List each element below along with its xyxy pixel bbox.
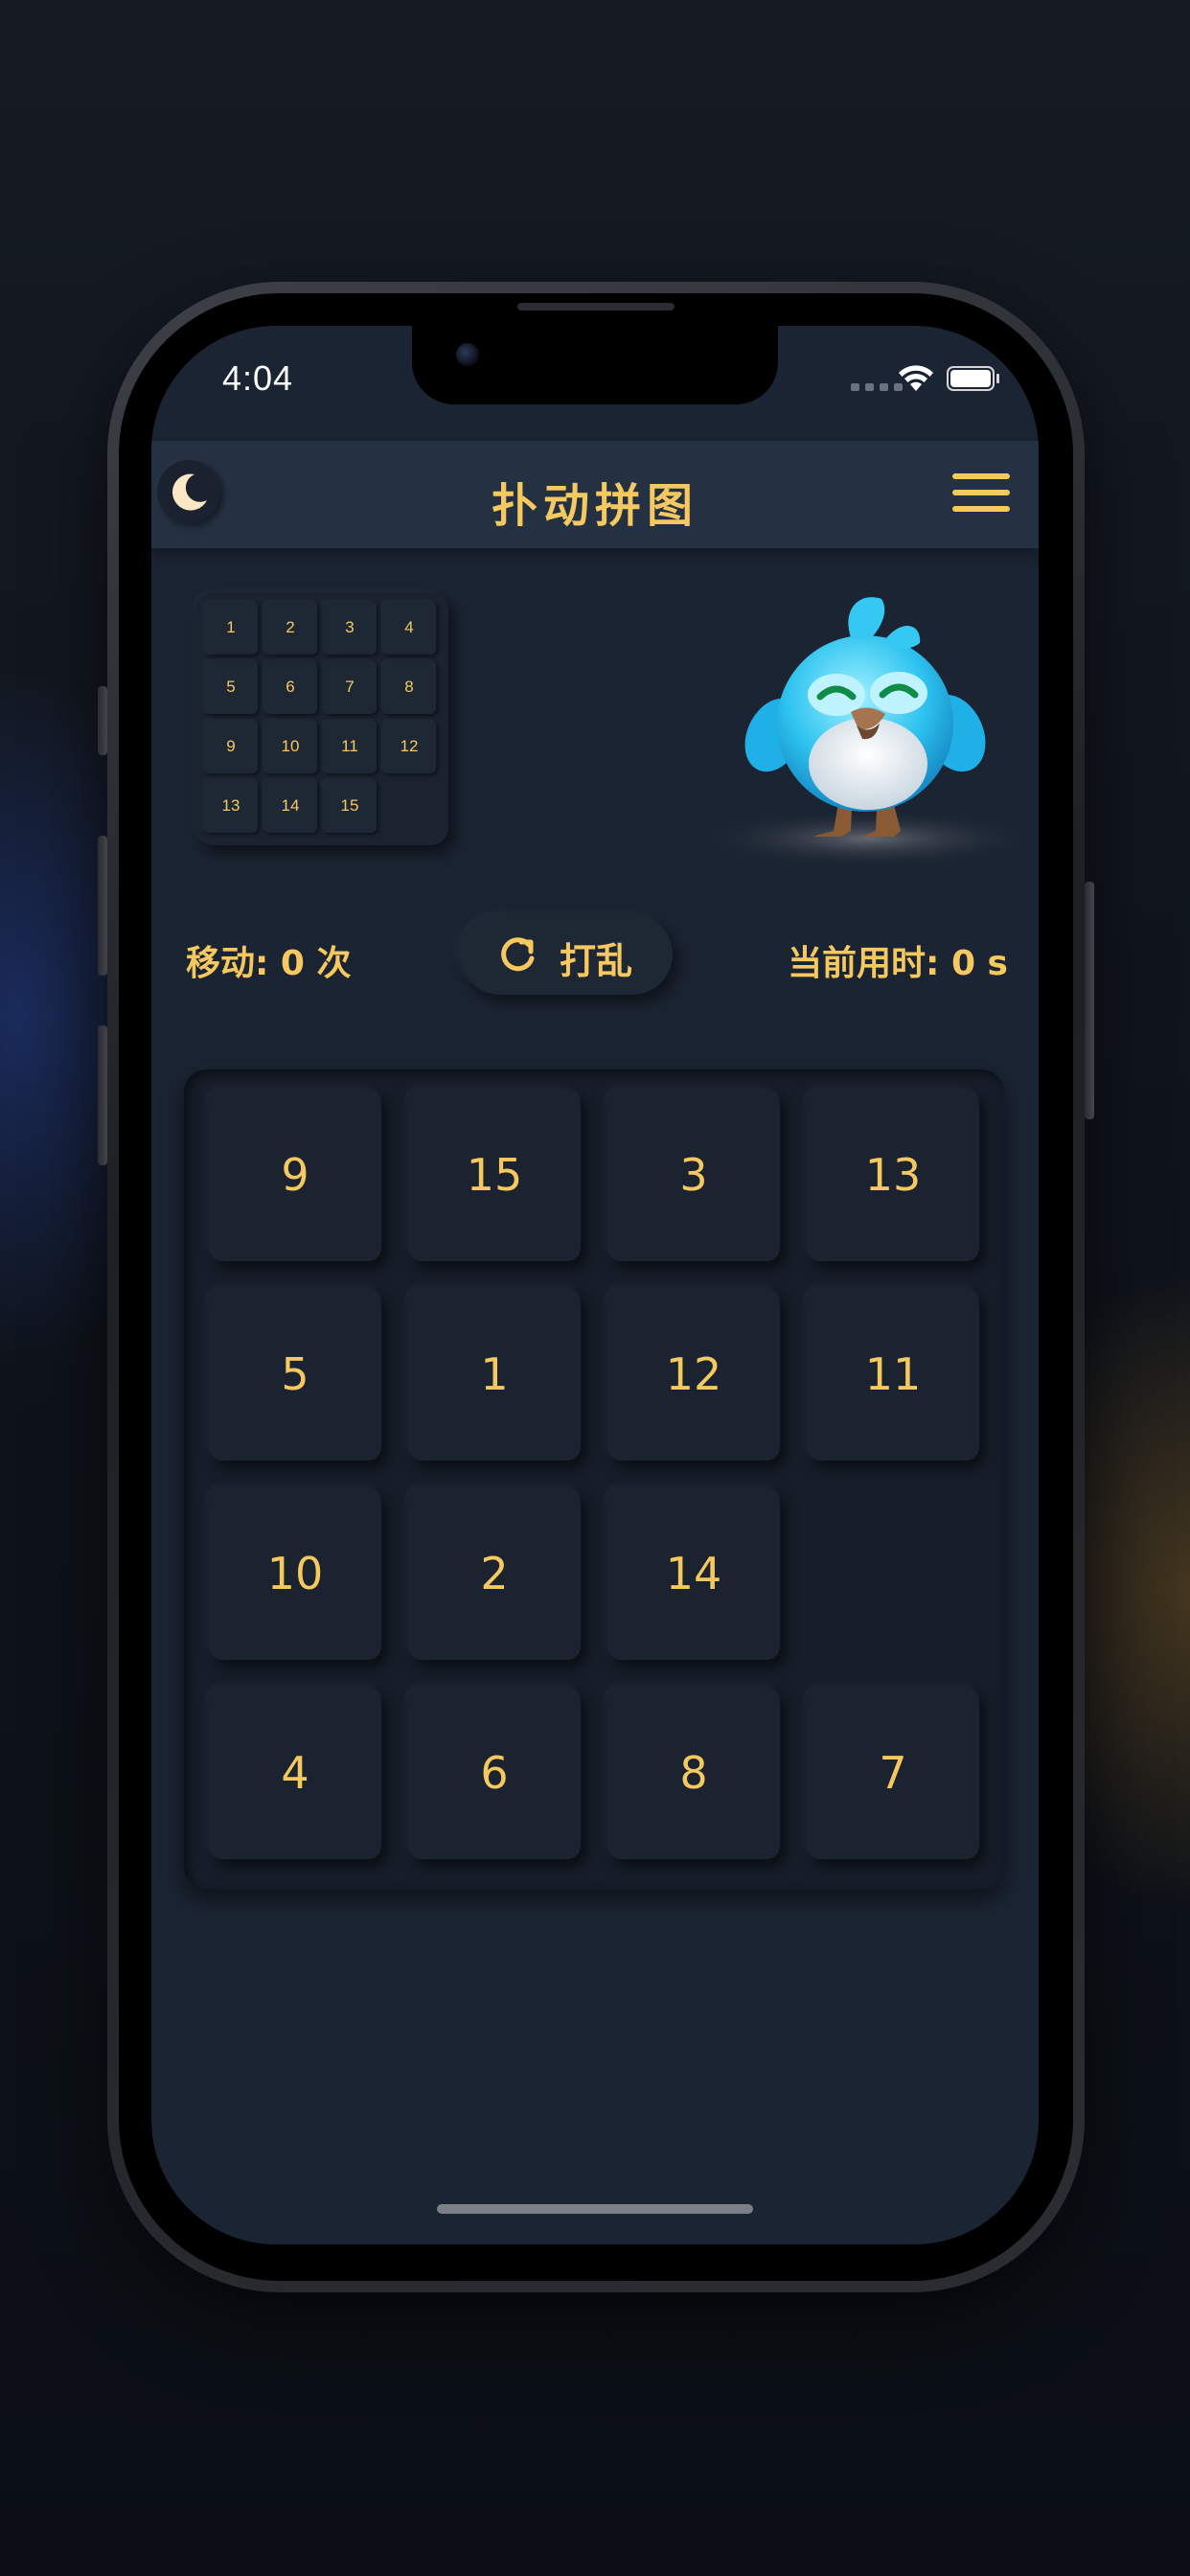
preview-tile: 9 (204, 720, 258, 773)
screen: 4:04 扑动拼图 1 2 3 4 5 6 7 8 9 10 11 12 13 … (151, 326, 1039, 2244)
status-time: 4:04 (222, 358, 294, 398)
preview-tile: 3 (323, 601, 377, 655)
notch (412, 326, 778, 404)
puzzle-tile[interactable]: 3 (607, 1089, 780, 1261)
shuffle-label: 打乱 (560, 940, 633, 982)
battery-icon (947, 366, 995, 391)
puzzle-tile[interactable]: 5 (209, 1288, 381, 1460)
refresh-icon (501, 937, 535, 972)
puzzle-tile[interactable]: 10 (209, 1487, 381, 1660)
puzzle-tile[interactable]: 12 (607, 1288, 780, 1460)
camera-icon (456, 343, 479, 366)
home-indicator[interactable] (437, 2204, 753, 2214)
puzzle-tile[interactable]: 4 (209, 1687, 381, 1859)
cellular-signal-icon (851, 383, 903, 391)
app-title: 扑动拼图 (491, 479, 698, 533)
wifi-icon (899, 365, 933, 391)
moves-counter: 移动: 0 次 (186, 944, 352, 983)
puzzle-tile[interactable]: 1 (408, 1288, 581, 1460)
preview-tile: 15 (323, 779, 377, 833)
battery-cap (996, 374, 999, 383)
puzzle-tile[interactable]: 7 (807, 1687, 979, 1859)
preview-tile: 6 (263, 660, 317, 714)
elapsed-timer: 当前用时: 0 s (788, 944, 1008, 983)
puzzle-board: 9 15 3 13 5 1 12 11 10 2 14 4 6 8 7 (184, 1070, 1004, 1890)
puzzle-tile[interactable]: 2 (408, 1487, 581, 1660)
preview-tile: 8 (382, 660, 436, 714)
puzzle-tile[interactable]: 15 (408, 1089, 581, 1261)
shuffle-button[interactable]: 打乱 (460, 914, 673, 995)
bird-mascot-image (699, 597, 1037, 867)
puzzle-tile[interactable]: 13 (807, 1089, 979, 1261)
hamburger-menu-icon (952, 473, 1010, 479)
menu-button[interactable] (952, 470, 1010, 516)
preview-tile: 14 (263, 779, 317, 833)
preview-tile: 7 (323, 660, 377, 714)
side-button-power (1085, 882, 1094, 1119)
preview-tile: 12 (382, 720, 436, 773)
side-button-mute (98, 686, 107, 755)
app-header: 扑动拼图 (151, 441, 1039, 548)
side-button-volume-down (98, 1025, 107, 1165)
preview-tile: 4 (382, 601, 436, 655)
preview-tile: 1 (204, 601, 258, 655)
puzzle-tile[interactable]: 9 (209, 1089, 381, 1261)
puzzle-tile[interactable]: 6 (408, 1687, 581, 1859)
side-button-volume-up (98, 836, 107, 976)
empty-slot (807, 1487, 979, 1660)
puzzle-tile[interactable]: 8 (607, 1687, 780, 1859)
preview-tile: 13 (204, 779, 258, 833)
preview-tile: 5 (204, 660, 258, 714)
puzzle-tile[interactable]: 11 (807, 1288, 979, 1460)
preview-tile: 2 (263, 601, 317, 655)
solution-preview: 1 2 3 4 5 6 7 8 9 10 11 12 13 14 15 (195, 592, 448, 845)
speaker-grille (517, 303, 675, 310)
preview-tile: 10 (263, 720, 317, 773)
preview-tile: 11 (323, 720, 377, 773)
puzzle-tile[interactable]: 14 (607, 1487, 780, 1660)
